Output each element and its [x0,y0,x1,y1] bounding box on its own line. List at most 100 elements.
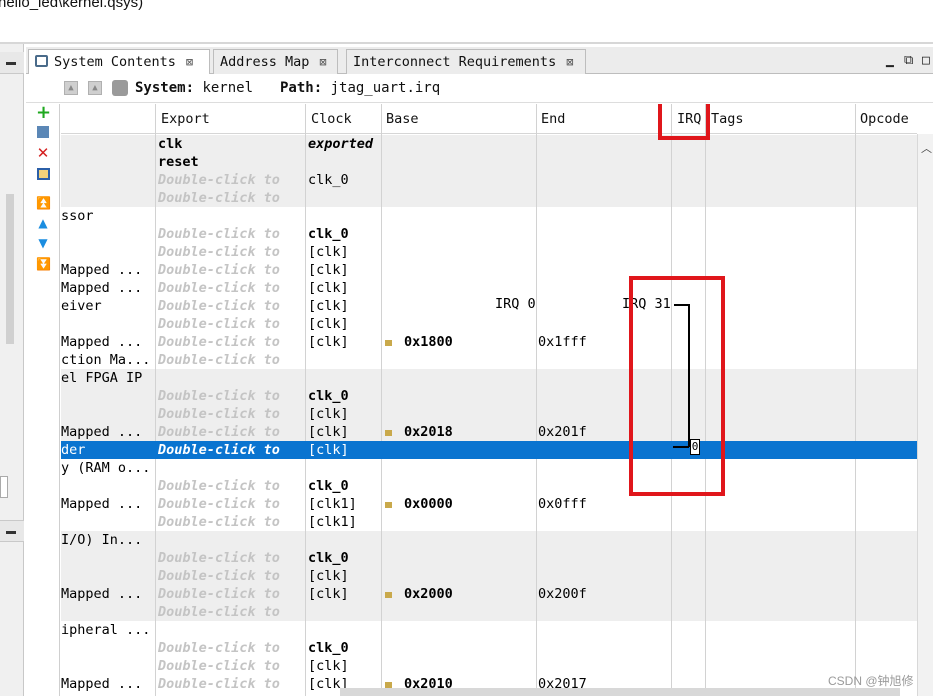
table-row[interactable]: Double-click to clk_0 [61,171,917,189]
table-row-selected[interactable]: der Double-click to [clk] [61,441,917,459]
table-row[interactable]: Double-click to clk_0 [61,639,917,657]
lock-icon[interactable] [385,502,392,508]
maximize-icon[interactable]: □ [922,53,930,68]
table-row[interactable]: Double-click to clk_0 [61,477,917,495]
table-row[interactable]: eiver Double-click to [clk] [61,297,917,315]
table-row[interactable]: Double-click to [61,603,917,621]
export-cell[interactable]: Double-click to [158,567,303,585]
clock-cell: [clk] [308,334,349,350]
table-row[interactable]: reset [61,153,917,171]
table-row[interactable]: Double-click to clk_0 [61,225,917,243]
column-clock[interactable]: Clock [311,111,352,127]
table-row[interactable]: el FPGA IP [61,369,917,387]
table-row[interactable]: Double-click to clk_0 [61,549,917,567]
vertical-scrollbar[interactable]: ︿ [917,134,933,696]
lock-icon[interactable] [385,340,392,346]
table-row[interactable]: Mapped ... Double-click to [clk] 0x2000 0x20… [61,585,917,603]
navigate-up-icon[interactable]: ▲ [88,81,102,95]
edit-icon[interactable] [37,168,50,180]
table-row[interactable]: Mapped ... Double-click to [clk] 0x1800 0x1f… [61,333,917,351]
table-row[interactable]: Double-click to [clk] [61,657,917,675]
export-cell[interactable]: Double-click to [158,639,303,657]
base-cell: 0x2000 [404,586,453,602]
left-panel-scrollbar[interactable] [6,194,14,344]
table-row[interactable]: ipheral ... [61,621,917,639]
export-cell[interactable]: Double-click to [158,603,303,621]
export-cell[interactable]: Double-click to [158,405,303,423]
export-cell[interactable]: Double-click to [158,243,303,261]
export-cell[interactable]: Double-click to [158,387,303,405]
detach-icon[interactable]: ⧉ [904,53,913,68]
export-cell[interactable]: Double-click to [158,585,303,603]
column-tags[interactable]: Tags [711,111,744,127]
clock-cell: [clk] [308,244,349,260]
clock-cell: exported [308,136,374,152]
table-row[interactable]: Double-click to [clk] [61,405,917,423]
column-export[interactable]: Export [161,111,210,127]
column-base[interactable]: Base [386,111,419,127]
table-row[interactable]: Double-click to clk_0 [61,387,917,405]
tab-address-map[interactable]: Address Map ⊠ [213,49,338,74]
export-cell[interactable]: Double-click to [158,315,303,333]
export-cell[interactable]: clk [158,135,303,153]
table-row[interactable]: Double-click to [clk] [61,315,917,333]
move-up-icon[interactable]: ▲ [36,216,50,230]
minimize-icon[interactable]: ▁ [886,53,894,68]
export-cell[interactable]: Double-click to [158,171,303,189]
table-row[interactable]: Double-click to [clk] [61,567,917,585]
add-icon[interactable]: + [36,104,51,122]
export-cell[interactable]: Double-click to [158,297,303,315]
minimize-icon[interactable] [6,62,16,65]
export-cell[interactable]: Double-click to [158,279,303,297]
navigate-top-icon[interactable]: ▲ [64,81,78,95]
minimize-icon[interactable] [6,531,16,534]
close-tab-icon[interactable]: ⊠ [566,55,573,69]
table-row[interactable]: Mapped ... Double-click to [clk] [61,261,917,279]
end-cell: 0x200f [538,586,587,602]
component-name: Mapped ... [61,280,143,296]
add-connection-icon[interactable] [37,126,49,138]
table-row[interactable]: I/O) In... [61,531,917,549]
move-to-top-icon[interactable]: ⏫ [36,196,51,210]
system-label: System: [135,80,195,96]
close-tab-icon[interactable]: ⊠ [186,55,193,69]
tab-interconnect-requirements[interactable]: Interconnect Requirements ⊠ [346,49,586,74]
export-cell[interactable]: Double-click to [158,189,303,207]
export-cell[interactable]: Double-click to [158,549,303,567]
column-opcode[interactable]: Opcode [860,111,909,127]
export-cell[interactable]: Double-click to [158,441,303,459]
table-row[interactable]: ction Ma... Double-click to [61,351,917,369]
move-to-bottom-icon[interactable]: ⏬ [36,257,51,271]
component-name: Mapped ... [61,262,143,278]
table-row[interactable]: Mapped ... Double-click to [clk1] 0x0000 0x0… [61,495,917,513]
table-row[interactable]: Mapped ... Double-click to [clk] 0x2018 0x20… [61,423,917,441]
export-cell[interactable]: Double-click to [158,225,303,243]
export-cell[interactable]: Double-click to [158,423,303,441]
table-row[interactable]: ssor [61,207,917,225]
table-row[interactable]: Double-click to [clk1] [61,513,917,531]
move-down-icon[interactable]: ▼ [36,236,50,250]
table-row[interactable]: y (RAM o... [61,459,917,477]
export-cell[interactable]: Double-click to [158,351,303,369]
export-cell[interactable]: Double-click to [158,261,303,279]
table-row[interactable]: Double-click to [61,189,917,207]
lock-icon[interactable] [385,430,392,436]
export-cell[interactable]: Double-click to [158,477,303,495]
lock-icon[interactable] [385,592,392,598]
table-row[interactable]: clk exported [61,135,917,153]
left-panel-header [0,52,24,74]
scroll-up-icon[interactable]: ︿ [921,140,932,156]
export-cell[interactable]: Double-click to [158,675,303,693]
table-row[interactable]: Double-click to [clk] [61,243,917,261]
tab-system-contents[interactable]: System Contents ⊠ [28,49,210,74]
table-row[interactable]: Mapped ... Double-click to [clk] [61,279,917,297]
export-cell[interactable]: Double-click to [158,333,303,351]
export-cell[interactable]: Double-click to [158,495,303,513]
horizontal-scrollbar[interactable] [340,688,900,696]
export-cell[interactable]: Double-click to [158,657,303,675]
remove-icon[interactable]: ✕ [36,146,50,161]
column-end[interactable]: End [541,111,565,127]
export-cell[interactable]: Double-click to [158,513,303,531]
close-tab-icon[interactable]: ⊠ [319,55,326,69]
export-cell[interactable]: reset [158,153,303,171]
